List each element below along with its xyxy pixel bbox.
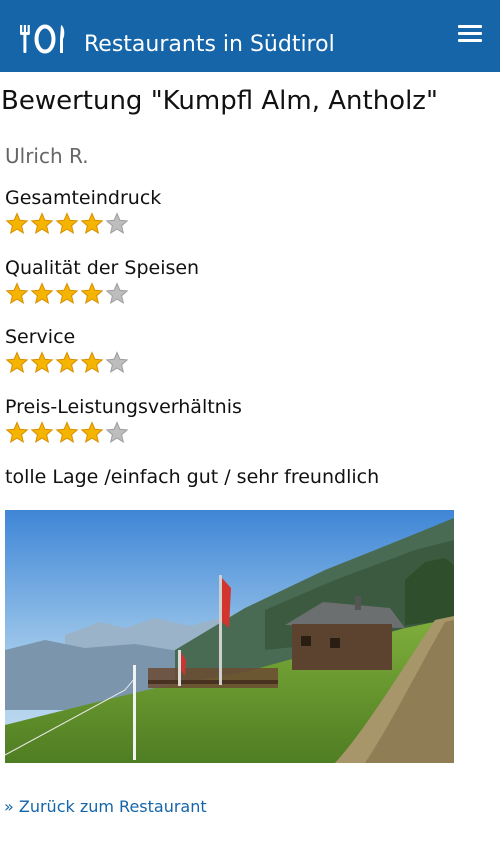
star-filled-icon: [5, 212, 30, 236]
star-filled-icon: [80, 421, 105, 445]
cutlery-plate-icon[interactable]: [19, 24, 67, 54]
star-filled-icon: [30, 282, 55, 306]
star-filled-icon: [30, 212, 55, 236]
star-filled-icon: [55, 282, 80, 306]
star-filled-icon: [80, 212, 105, 236]
star-filled-icon: [5, 351, 30, 375]
star-rating: [5, 421, 242, 445]
star-empty-icon: [105, 212, 130, 236]
review-photo: [5, 510, 454, 763]
criterion-food-quality: Qualität der Speisen: [5, 255, 199, 306]
star-filled-icon: [80, 351, 105, 375]
star-empty-icon: [105, 421, 130, 445]
hamburger-menu-icon[interactable]: [458, 25, 482, 47]
star-filled-icon: [55, 212, 80, 236]
review-comment: tolle Lage /einfach gut / sehr freundlic…: [5, 466, 380, 488]
page-title: Bewertung "Kumpfl Alm, Antholz": [1, 86, 438, 116]
criterion-label: Gesamteindruck: [5, 187, 162, 209]
star-empty-icon: [105, 351, 130, 375]
star-empty-icon: [105, 282, 130, 306]
criterion-label: Service: [5, 326, 76, 348]
star-filled-icon: [5, 282, 30, 306]
app-header: Restaurants in Südtirol: [0, 0, 500, 72]
star-rating: [5, 351, 130, 375]
criterion-label: Qualität der Speisen: [5, 257, 200, 279]
back-to-restaurant-link[interactable]: » Zurück zum Restaurant: [4, 796, 207, 818]
star-rating: [5, 282, 199, 306]
criterion-service: Service: [5, 324, 130, 375]
star-filled-icon: [55, 421, 80, 445]
star-filled-icon: [80, 282, 105, 306]
criterion-value-for-money: Preis-Leistungsverhältnis: [5, 394, 242, 445]
review-author: Ulrich R.: [5, 144, 89, 168]
app-title: Restaurants in Südtirol: [84, 32, 335, 57]
criterion-label: Preis-Leistungsverhältnis: [5, 396, 242, 418]
star-filled-icon: [30, 421, 55, 445]
star-filled-icon: [30, 351, 55, 375]
star-filled-icon: [5, 421, 30, 445]
star-filled-icon: [55, 351, 80, 375]
criterion-overall: Gesamteindruck: [5, 185, 161, 236]
star-rating: [5, 212, 161, 236]
